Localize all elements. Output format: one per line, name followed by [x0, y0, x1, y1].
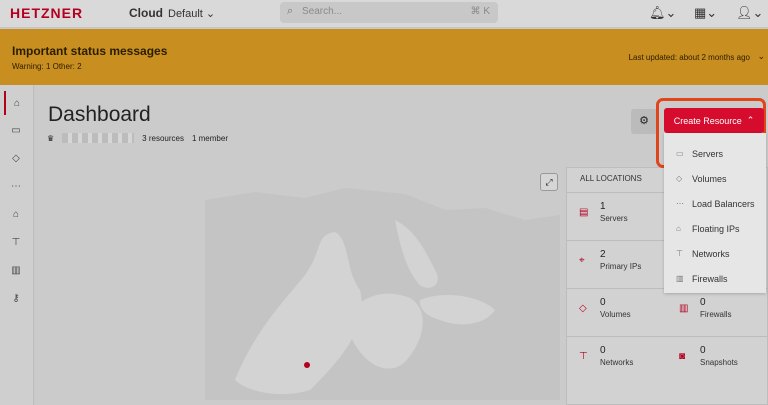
project-name: Default [168, 8, 203, 20]
panel-header: ALL LOCATIONS [580, 174, 642, 183]
menu-item-servers[interactable]: ▭ Servers [664, 141, 766, 166]
menu-item-label: Networks [692, 248, 730, 259]
menu-item-floating-ips[interactable]: ⌂ Floating IPs [664, 216, 766, 241]
create-resource-menu: ▭ Servers ◇ Volumes ⋯ Load Balancers ⌂ Float… [664, 133, 766, 293]
chevron-up-icon: ⌃ [746, 115, 755, 125]
menu-item-label: Floating IPs [692, 223, 740, 234]
search-icon: ⌕ [287, 5, 294, 17]
resource-label: Volumes [600, 310, 631, 319]
project-name-redacted [62, 133, 135, 143]
server-location-marker [304, 362, 310, 368]
server-icon: ▭ [676, 149, 684, 158]
load-balancer-icon: ⋯ [676, 199, 684, 208]
home-icon[interactable]: ⌂ [4, 91, 28, 115]
menu-item-networks[interactable]: ⊤ Networks [664, 241, 766, 266]
chevron-down-icon: ⌄ [205, 8, 216, 20]
gear-icon: ⚙ [639, 115, 649, 127]
apps-grid-icon[interactable]: ▦⌄ [694, 5, 717, 21]
project-meta: ♛ 3 resources 1 member [47, 133, 228, 143]
sidebar: ⌂ ▭ ◇ ⋯ ⌂ ⊤ ▥ ⚷ [0, 85, 34, 405]
floating-ip-icon: ⌂ [676, 224, 681, 233]
bell-icon[interactable]: 🔔︎⌄ [649, 5, 676, 21]
create-resource-label: Create Resource [673, 115, 742, 126]
menu-item-volumes[interactable]: ◇ Volumes [664, 166, 766, 191]
resource-label: Networks [600, 358, 634, 367]
search-placeholder: Search... [302, 6, 343, 17]
resource-count: 0 [600, 345, 606, 356]
search-shortcut: ⌘ K [470, 6, 490, 17]
menu-item-label: Servers [692, 148, 724, 159]
camera-icon: ◙ [679, 351, 686, 362]
resource-count: 0 [700, 345, 706, 356]
page-title: Dashboard [48, 103, 151, 126]
menu-item-label: Firewalls [692, 273, 728, 284]
banner-updated: Last updated: about 2 months ago [628, 53, 750, 62]
project-selector[interactable]: Default ⌄ [168, 7, 215, 20]
cube-icon[interactable]: ◇ [4, 146, 28, 170]
resource-count: 2 [600, 249, 606, 260]
logo[interactable]: HETZNER [10, 5, 83, 21]
resource-card-volumes[interactable]: ◇ 0 Volumes [567, 288, 667, 336]
resource-label: Snapshots [700, 358, 738, 367]
key-icon[interactable]: ⚷ [4, 286, 28, 310]
cube-icon: ◇ [676, 174, 683, 183]
resource-card-firewalls[interactable]: ▥ 0 Firewalls [667, 288, 767, 336]
banner-title: Important status messages [12, 44, 168, 58]
firewall-icon[interactable]: ⌂ [4, 202, 28, 226]
resource-count: 3 resources [142, 133, 184, 143]
server-icon[interactable]: ▭ [4, 118, 28, 142]
menu-item-firewalls[interactable]: ▥ Firewalls [664, 266, 766, 291]
resource-card-servers[interactable]: ▤ 1 Servers [567, 192, 667, 240]
network-icon[interactable]: ⋯ [4, 174, 28, 198]
chevron-down-icon[interactable]: ⌄ [757, 51, 765, 62]
resource-count: 1 [600, 201, 606, 212]
cube-icon: ◇ [579, 303, 587, 314]
banner-stats: Warning: 1 Other: 2 [12, 62, 82, 71]
logo-subtitle: Cloud [129, 6, 163, 20]
resource-label: Firewalls [700, 310, 732, 319]
location-map[interactable] [195, 180, 565, 400]
crown-icon: ♛ [47, 133, 55, 143]
user-icon[interactable]: 👤︎⌄ [736, 5, 763, 21]
firewall-icon: ▥ [676, 274, 684, 283]
network-icon: ⊤ [579, 351, 588, 362]
network-icon[interactable]: ⊤ [4, 230, 28, 254]
settings-button[interactable]: ⚙ [631, 109, 657, 134]
member-count: 1 member [191, 133, 228, 143]
menu-item-label: Load Balancers [692, 198, 755, 209]
resource-card-networks[interactable]: ⊤ 0 Networks [567, 336, 667, 384]
location-pin-icon: ⌖ [579, 255, 585, 266]
resource-card-primary-ips[interactable]: ⌖ 2 Primary IPs [567, 240, 667, 288]
firewall-icon: ▥ [679, 303, 689, 314]
menu-item-load-balancers[interactable]: ⋯ Load Balancers [664, 191, 766, 216]
resource-card-snapshots[interactable]: ◙ 0 Snapshots [667, 336, 767, 384]
menu-item-label: Volumes [692, 173, 727, 184]
firewall-icon[interactable]: ▥ [4, 258, 28, 282]
top-bar: HETZNER Cloud Default ⌄ ⌕ Search... ⌘ K … [0, 0, 768, 28]
network-icon: ⊤ [676, 249, 683, 258]
resource-label: Servers [600, 214, 628, 223]
server-icon: ▤ [579, 207, 589, 218]
resource-count: 0 [700, 297, 706, 308]
create-resource-button[interactable]: Create Resource ⌃ [664, 108, 764, 133]
resource-count: 0 [600, 297, 606, 308]
search-input[interactable]: ⌕ Search... ⌘ K [280, 2, 498, 23]
resource-label: Primary IPs [600, 262, 642, 271]
status-banner[interactable]: Important status messages Warning: 1 Oth… [0, 29, 768, 85]
